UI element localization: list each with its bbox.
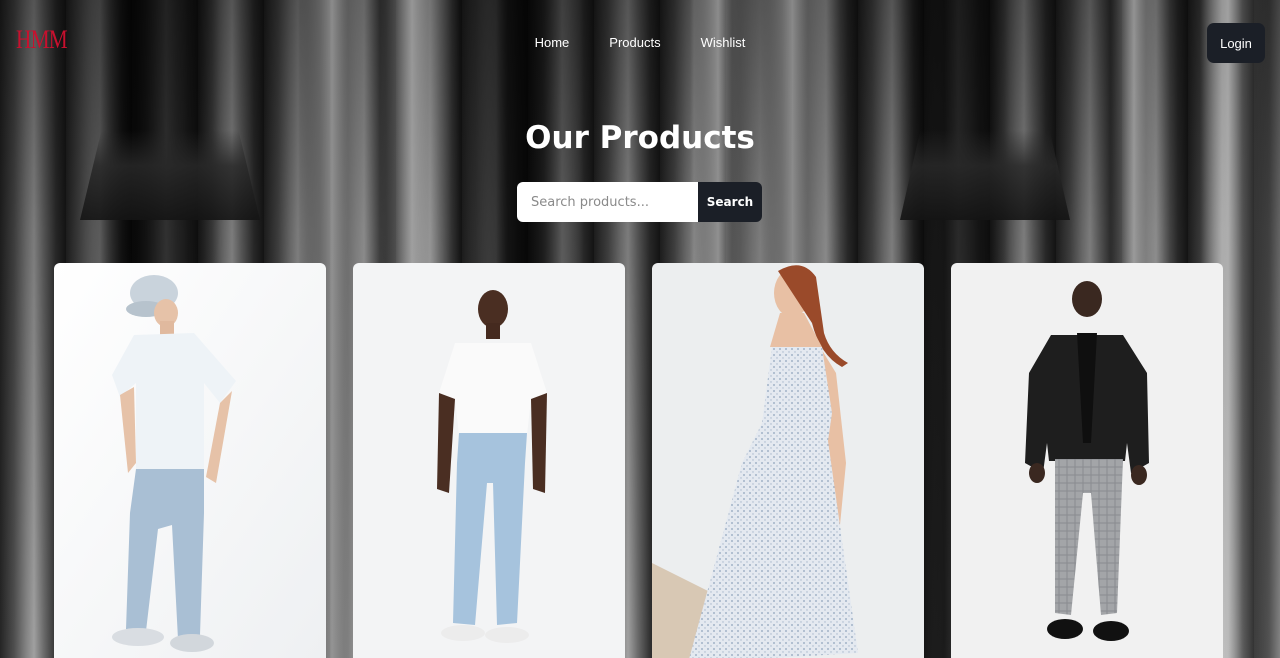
product-image [353,263,625,658]
search-input[interactable] [517,182,698,222]
product-image [951,263,1223,658]
search-button[interactable]: Search [698,182,762,222]
product-card[interactable] [652,263,924,658]
site-header: HMM Home Products Wishlist Login [0,0,1280,86]
search-bar: Search [517,182,762,222]
product-grid [54,263,1223,658]
main-nav: Home Products Wishlist [0,35,1280,50]
product-card[interactable] [54,263,326,658]
product-card[interactable] [353,263,625,658]
product-image [652,263,924,658]
page-title: Our Products [525,120,755,156]
login-button[interactable]: Login [1207,23,1265,63]
nav-link-home[interactable]: Home [535,35,570,50]
nav-link-products[interactable]: Products [609,35,660,50]
product-card[interactable] [951,263,1223,658]
product-image [54,263,326,658]
nav-link-wishlist[interactable]: Wishlist [701,35,746,50]
